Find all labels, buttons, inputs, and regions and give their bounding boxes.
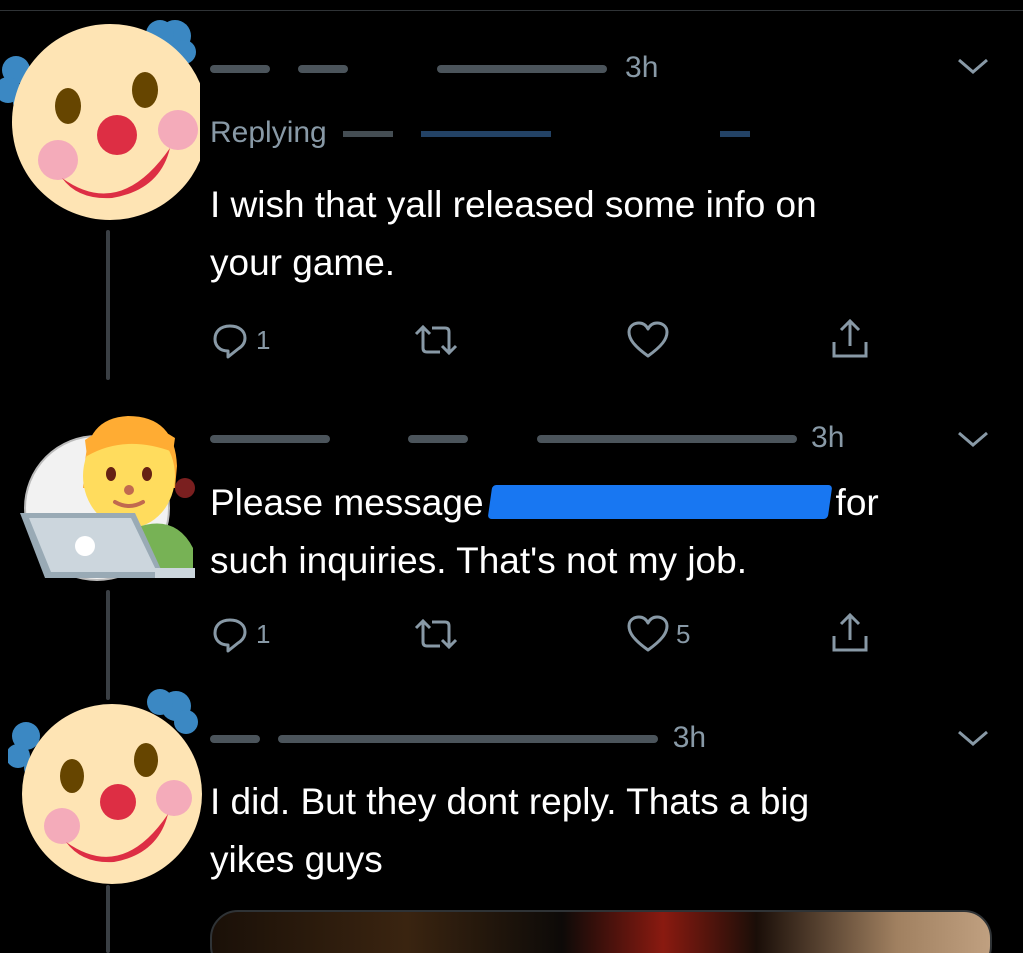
redacted-date (536, 435, 797, 444)
like-button[interactable] (626, 318, 676, 362)
reply-count: 1 (256, 618, 271, 649)
tweet-text-line: yikes guys (210, 839, 383, 880)
redacted-username (210, 735, 260, 744)
replying-to: Replying (210, 115, 750, 151)
share-button[interactable] (830, 612, 870, 656)
text-after-mention: for (835, 482, 879, 523)
reply-count: 1 (256, 324, 271, 355)
share-icon (832, 612, 868, 652)
thread-connector (106, 230, 110, 380)
redacted-username (210, 435, 330, 444)
redacted-mention[interactable] (719, 131, 750, 138)
text-before-mention: Please message (210, 482, 484, 523)
tweet-1-body: I wish that yall released some info on y… (210, 176, 980, 292)
tweet-1-actions: 1 (210, 318, 890, 362)
redacted-username (210, 65, 270, 74)
chevron-down-icon[interactable] (956, 55, 990, 77)
twitter-thread-screen: 3h Replying I wish that yall released so… (0, 0, 1023, 953)
tweet-timestamp: 3h (625, 51, 659, 84)
like-button[interactable]: 5 (626, 612, 690, 656)
redacted-handle (298, 65, 349, 74)
tweet-2-header[interactable]: 3h (210, 420, 844, 456)
redacted-date (436, 65, 607, 74)
tweet-timestamp: 3h (811, 421, 845, 454)
retweet-button[interactable] (412, 318, 466, 362)
retweet-button[interactable] (412, 612, 466, 656)
tweet-text-line: such inquiries. That's not my job. (210, 540, 747, 581)
tweet-1-header[interactable]: 3h (210, 50, 658, 86)
redacted-mention-link[interactable] (487, 485, 832, 519)
tweet-2-body: Please message for such inquiries. That's… (210, 474, 980, 590)
replying-label: Replying (210, 116, 327, 149)
tweet-3-media-image[interactable] (210, 910, 992, 953)
thread-connector (106, 885, 110, 953)
tweet-timestamp: 3h (672, 721, 707, 754)
tweet-text-line: your game. (210, 242, 396, 283)
chevron-down-icon[interactable] (956, 727, 990, 749)
technologist-icon[interactable] (15, 378, 210, 583)
like-count: 5 (676, 618, 691, 649)
clown-face-icon[interactable] (8, 684, 208, 889)
tweet-2-actions: 1 5 (210, 612, 890, 656)
redacted-text (343, 131, 394, 138)
redacted-handle-date (278, 735, 659, 744)
redacted-mention[interactable] (421, 131, 552, 138)
chevron-down-icon[interactable] (956, 428, 990, 450)
heart-icon (627, 321, 669, 358)
share-icon (832, 318, 868, 358)
reply-button[interactable]: 1 (210, 318, 270, 362)
share-button[interactable] (830, 318, 870, 362)
tweet-text-line: I wish that yall released some info on (210, 184, 817, 225)
reply-icon (213, 324, 247, 359)
retweet-icon (414, 618, 458, 650)
retweet-icon (414, 324, 458, 356)
clown-face-icon[interactable] (0, 10, 200, 225)
tweet-text-line: I did. But they dont reply. Thats a big (210, 781, 810, 822)
tweet-text-line: Please message for (210, 474, 980, 532)
redacted-handle (408, 435, 469, 444)
reply-icon (213, 618, 247, 653)
reply-button[interactable]: 1 (210, 612, 270, 656)
tweet-3-header[interactable]: 3h (210, 720, 706, 756)
tweet-3-body: I did. But they dont reply. Thats a big … (210, 773, 980, 889)
heart-icon (627, 615, 669, 652)
